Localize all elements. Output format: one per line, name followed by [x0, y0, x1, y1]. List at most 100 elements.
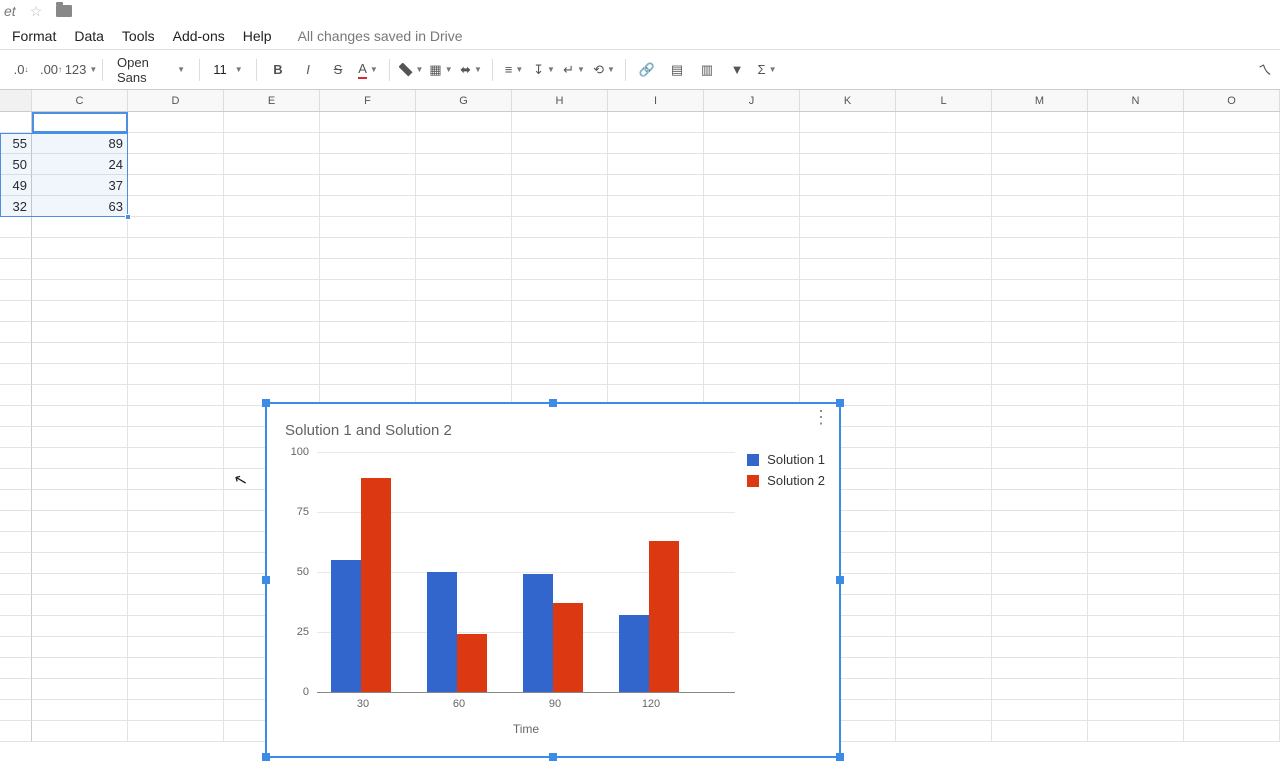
cell-K10[interactable] — [800, 301, 896, 322]
cell-M22[interactable] — [992, 553, 1088, 574]
cell-D3[interactable] — [128, 154, 224, 175]
cell-b6[interactable] — [0, 217, 32, 238]
insert-chart-button[interactable]: ▥ — [694, 57, 720, 83]
cell-D10[interactable] — [128, 301, 224, 322]
cell-F11[interactable] — [320, 322, 416, 343]
cell-G11[interactable] — [416, 322, 512, 343]
cell-H10[interactable] — [512, 301, 608, 322]
cell-O2[interactable] — [1184, 133, 1280, 154]
cell-L17[interactable] — [896, 448, 992, 469]
cell-C19[interactable] — [32, 490, 128, 511]
cell-H8[interactable] — [512, 259, 608, 280]
cell-M21[interactable] — [992, 532, 1088, 553]
cell-b14[interactable] — [0, 385, 32, 406]
cell-C21[interactable] — [32, 532, 128, 553]
cell-F2[interactable] — [320, 133, 416, 154]
insert-link-button[interactable]: 🔗 — [634, 57, 660, 83]
cell-L27[interactable] — [896, 658, 992, 679]
cell-O5[interactable] — [1184, 196, 1280, 217]
cell-L4[interactable] — [896, 175, 992, 196]
cell-N1[interactable] — [1088, 112, 1184, 133]
cell-D9[interactable] — [128, 280, 224, 301]
cell-C27[interactable] — [32, 658, 128, 679]
cell-N23[interactable] — [1088, 574, 1184, 595]
cell-K3[interactable] — [800, 154, 896, 175]
cell-F1[interactable] — [320, 112, 416, 133]
cell-M10[interactable] — [992, 301, 1088, 322]
col-header-O[interactable]: O — [1184, 90, 1280, 111]
h-align-button[interactable]: ≡▼ — [501, 57, 527, 83]
cell-b19[interactable] — [0, 490, 32, 511]
cell-F3[interactable] — [320, 154, 416, 175]
cell-N12[interactable] — [1088, 343, 1184, 364]
cell-O26[interactable] — [1184, 637, 1280, 658]
cell-L30[interactable] — [896, 721, 992, 742]
merge-cells-button[interactable]: ⬌▼ — [458, 57, 484, 83]
cell-L11[interactable] — [896, 322, 992, 343]
decrease-decimal-button[interactable]: .0↓ — [8, 57, 34, 83]
cell-E13[interactable] — [224, 364, 320, 385]
cell-N19[interactable] — [1088, 490, 1184, 511]
cell-N13[interactable] — [1088, 364, 1184, 385]
chart-object[interactable]: ⋮ Solution 1 and Solution 2 0255075100 3… — [265, 402, 841, 758]
cell-b30[interactable] — [0, 721, 32, 742]
cell-I13[interactable] — [608, 364, 704, 385]
resize-handle-bl[interactable] — [262, 753, 270, 761]
cell-H11[interactable] — [512, 322, 608, 343]
cell-L9[interactable] — [896, 280, 992, 301]
cell-b7[interactable] — [0, 238, 32, 259]
cell-K12[interactable] — [800, 343, 896, 364]
v-align-button[interactable]: ↧▼ — [531, 57, 557, 83]
cell-L5[interactable] — [896, 196, 992, 217]
menu-addons[interactable]: Add-ons — [173, 28, 225, 44]
col-header-K[interactable]: K — [800, 90, 896, 111]
chart-menu-icon[interactable]: ⋮ — [812, 414, 829, 420]
cell-O21[interactable] — [1184, 532, 1280, 553]
cell-D4[interactable] — [128, 175, 224, 196]
cell-G2[interactable] — [416, 133, 512, 154]
cell-E6[interactable] — [224, 217, 320, 238]
cell-b2[interactable]: 55 — [0, 133, 32, 154]
cell-J5[interactable] — [704, 196, 800, 217]
cell-J4[interactable] — [704, 175, 800, 196]
cell-N10[interactable] — [1088, 301, 1184, 322]
cell-M6[interactable] — [992, 217, 1088, 238]
cell-L7[interactable] — [896, 238, 992, 259]
cell-C18[interactable] — [32, 469, 128, 490]
cell-b1[interactable] — [0, 112, 32, 133]
cell-M5[interactable] — [992, 196, 1088, 217]
cell-D18[interactable] — [128, 469, 224, 490]
cell-I6[interactable] — [608, 217, 704, 238]
cell-O7[interactable] — [1184, 238, 1280, 259]
cell-D8[interactable] — [128, 259, 224, 280]
cell-L2[interactable] — [896, 133, 992, 154]
cell-N22[interactable] — [1088, 553, 1184, 574]
cell-F9[interactable] — [320, 280, 416, 301]
cell-C30[interactable] — [32, 721, 128, 742]
cell-J13[interactable] — [704, 364, 800, 385]
menu-format[interactable]: Format — [12, 28, 56, 44]
cell-b18[interactable] — [0, 469, 32, 490]
cell-b8[interactable] — [0, 259, 32, 280]
text-rotation-button[interactable]: ⟲▼ — [591, 57, 617, 83]
cell-D26[interactable] — [128, 637, 224, 658]
cell-G5[interactable] — [416, 196, 512, 217]
cell-C9[interactable] — [32, 280, 128, 301]
cell-M28[interactable] — [992, 679, 1088, 700]
filter-button[interactable]: ▼ — [724, 57, 750, 83]
cell-O12[interactable] — [1184, 343, 1280, 364]
cell-L15[interactable] — [896, 406, 992, 427]
cell-G8[interactable] — [416, 259, 512, 280]
cell-F7[interactable] — [320, 238, 416, 259]
cell-C15[interactable] — [32, 406, 128, 427]
cell-M25[interactable] — [992, 616, 1088, 637]
cell-H9[interactable] — [512, 280, 608, 301]
cell-E9[interactable] — [224, 280, 320, 301]
cell-K11[interactable] — [800, 322, 896, 343]
cell-F10[interactable] — [320, 301, 416, 322]
cell-D30[interactable] — [128, 721, 224, 742]
cell-C20[interactable] — [32, 511, 128, 532]
cell-C26[interactable] — [32, 637, 128, 658]
cell-G7[interactable] — [416, 238, 512, 259]
cell-L22[interactable] — [896, 553, 992, 574]
